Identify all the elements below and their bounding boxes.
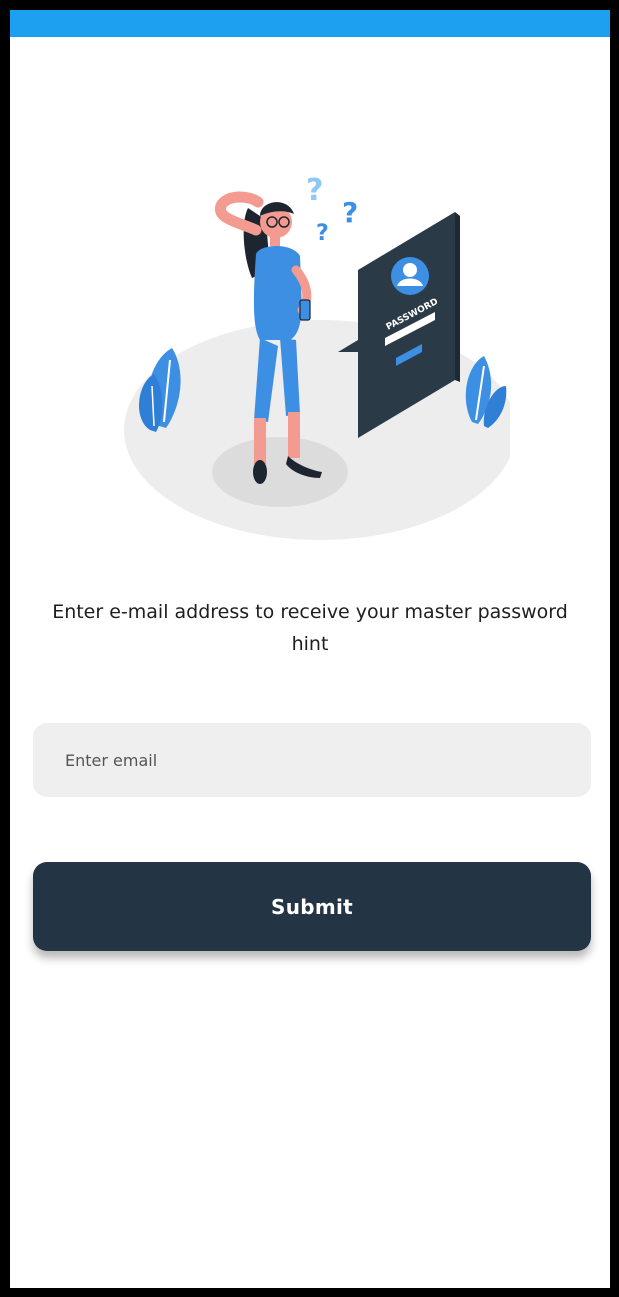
instruction-text: Enter e-mail address to receive your mas…: [52, 601, 568, 655]
forgot-password-illustration: ? ? ? PASSWORD: [110, 160, 516, 540]
svg-text:?: ?: [342, 196, 358, 229]
submit-button[interactable]: Submit: [33, 862, 591, 951]
status-bar: [10, 10, 610, 37]
email-field[interactable]: [33, 723, 591, 797]
email-input[interactable]: [63, 749, 561, 771]
svg-text:?: ?: [316, 221, 329, 246]
svg-text:?: ?: [306, 173, 323, 208]
screen: ? ? ? PASSWORD Enter e-mail address to r…: [10, 10, 610, 1288]
